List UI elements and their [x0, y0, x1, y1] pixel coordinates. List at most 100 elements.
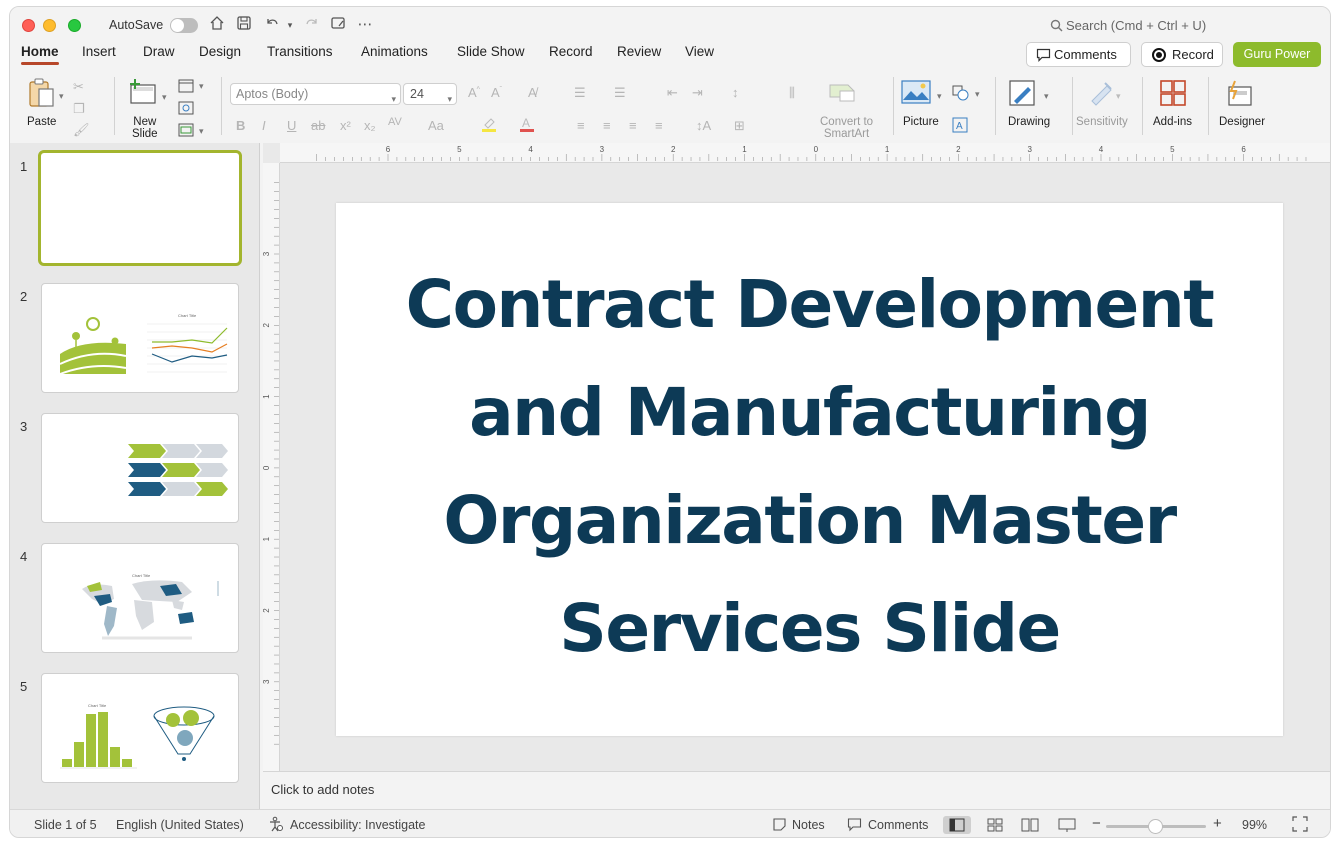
guru-power-button[interactable]: Guru Power [1233, 42, 1321, 67]
tab-transitions[interactable]: Transitions [267, 44, 333, 59]
font-color-icon[interactable]: A [518, 115, 536, 136]
numbering-icon[interactable]: ☰ [614, 85, 626, 101]
save-icon[interactable] [234, 15, 254, 35]
new-slide-chevron-icon[interactable]: ▾ [162, 92, 167, 103]
normal-view-button[interactable] [943, 816, 971, 834]
slide-sorter-button[interactable] [981, 816, 1009, 834]
layout-icon[interactable] [178, 79, 194, 96]
increase-indent-icon[interactable]: ⇥ [692, 85, 703, 101]
shapes-chevron-icon[interactable]: ▾ [975, 89, 980, 100]
slide-thumbnail-1[interactable] [38, 150, 242, 266]
slide-thumbnail-3[interactable] [41, 413, 239, 523]
picture-icon[interactable] [901, 80, 931, 107]
tab-view[interactable]: View [685, 44, 714, 59]
font-name-select[interactable]: Aptos (Body) ▾ [230, 83, 401, 105]
decrease-font-size-icon[interactable]: Aˇ [491, 85, 502, 100]
autosave-toggle[interactable] [170, 18, 198, 33]
tab-draw[interactable]: Draw [143, 44, 175, 59]
layout-chevron-icon[interactable]: ▾ [199, 81, 204, 92]
zoom-level[interactable]: 99% [1242, 818, 1267, 832]
cut-icon[interactable]: ✂ [73, 79, 84, 95]
tab-insert[interactable]: Insert [82, 44, 116, 59]
bold-icon[interactable]: B [236, 118, 245, 133]
accessibility-status[interactable]: Accessibility: Investigate [290, 818, 425, 832]
zoom-out-icon[interactable]: − [1092, 815, 1101, 832]
increase-font-size-icon[interactable]: A^ [468, 85, 480, 100]
slide-thumbnail-5[interactable]: Chart Title [41, 673, 239, 783]
tab-home[interactable]: Home [21, 44, 59, 65]
drawing-icon[interactable] [1008, 79, 1038, 112]
paste-chevron-icon[interactable]: ▾ [59, 91, 64, 102]
notes-pane[interactable]: Click to add notes [263, 771, 1330, 809]
strikethrough-icon[interactable]: ab [311, 118, 325, 133]
language-indicator[interactable]: English (United States) [116, 818, 244, 832]
reset-slide-icon[interactable] [178, 101, 194, 118]
superscript-icon[interactable]: x² [340, 118, 351, 133]
copy-icon[interactable]: ❐ [73, 101, 85, 117]
tab-animations[interactable]: Animations [361, 44, 428, 59]
drawing-chevron-icon[interactable]: ▾ [1044, 91, 1049, 102]
comments-toggle[interactable]: Comments [868, 818, 928, 832]
align-text-icon[interactable]: ⊞ [734, 118, 745, 134]
title-bar: AutoSave ▾ ⋯ Search (Cmd + Ctrl + U) [10, 7, 1330, 43]
format-painter-icon[interactable]: 🖌 [73, 122, 90, 138]
italic-icon[interactable]: I [262, 118, 266, 133]
tab-record[interactable]: Record [549, 44, 593, 59]
slide-thumbnail-2[interactable]: Chart Title [41, 283, 239, 393]
undo-icon[interactable] [262, 15, 282, 35]
underline-icon[interactable]: U [287, 118, 296, 133]
undo-dropdown-chevron-icon[interactable]: ▾ [280, 15, 300, 35]
comments-status-icon[interactable] [847, 817, 862, 835]
slide-canvas[interactable]: Contract Development and Manufacturing O… [336, 203, 1283, 736]
section-icon[interactable] [178, 123, 194, 140]
text-direction-icon[interactable]: ↕A [696, 118, 711, 133]
notes-icon[interactable] [772, 817, 787, 835]
clear-formatting-icon[interactable]: A̸ [528, 85, 537, 100]
paste-icon[interactable] [24, 77, 58, 111]
comments-button[interactable]: Comments [1026, 42, 1131, 67]
horizontal-ruler[interactable]: 6 5 4 3 2 1 0 1 2 3 4 5 6 [280, 143, 1330, 163]
slide-show-button[interactable] [1053, 816, 1081, 834]
decrease-indent-icon[interactable]: ⇤ [667, 85, 678, 101]
bullets-icon[interactable]: ☰ [574, 85, 586, 101]
text-box-icon[interactable]: A [952, 117, 968, 136]
notes-toggle[interactable]: Notes [792, 818, 825, 832]
add-ins-icon[interactable] [1159, 79, 1187, 110]
section-chevron-icon[interactable]: ▾ [199, 126, 204, 137]
change-case-icon[interactable]: Aa [428, 118, 444, 133]
align-center-icon[interactable]: ≡ [603, 118, 611, 133]
highlight-color-icon[interactable] [480, 115, 498, 136]
align-left-icon[interactable]: ≡ [577, 118, 585, 133]
more-icon[interactable]: ⋯ [355, 15, 375, 35]
new-slide-icon[interactable] [127, 77, 159, 109]
subscript-icon[interactable]: x₂ [364, 118, 376, 133]
line-spacing-icon[interactable]: ↕ [732, 85, 739, 100]
vertical-ruler[interactable]: 3 2 1 0 1 2 3 [262, 163, 280, 771]
reading-view-button[interactable] [1016, 816, 1044, 834]
columns-icon[interactable]: ⫼ [789, 85, 795, 101]
tab-review[interactable]: Review [617, 44, 661, 59]
shapes-icon[interactable] [952, 85, 970, 104]
zoom-in-icon[interactable]: + [1213, 815, 1222, 832]
picture-chevron-icon[interactable]: ▾ [937, 91, 942, 102]
maximize-window-button[interactable] [68, 19, 81, 32]
tab-slide-show[interactable]: Slide Show [457, 44, 525, 59]
designer-icon[interactable] [1225, 79, 1255, 112]
zoom-slider-handle[interactable] [1148, 819, 1163, 834]
close-window-button[interactable] [22, 19, 35, 32]
fit-to-window-icon[interactable] [1292, 816, 1308, 835]
minimize-window-button[interactable] [43, 19, 56, 32]
font-size-select[interactable]: 24 ▾ [403, 83, 457, 105]
customize-toolbar-icon[interactable] [328, 15, 348, 35]
tab-design[interactable]: Design [199, 44, 241, 59]
slide-thumbnail-4[interactable]: Chart Title [41, 543, 239, 653]
home-icon[interactable] [207, 15, 227, 35]
character-spacing-icon[interactable]: AV [388, 116, 402, 128]
record-button[interactable]: Record [1141, 42, 1223, 67]
align-right-icon[interactable]: ≡ [629, 118, 637, 133]
smartart-icon[interactable] [828, 79, 858, 106]
slide-title[interactable]: Contract Development and Manufacturing O… [376, 251, 1243, 683]
justify-icon[interactable]: ≡ [655, 118, 663, 133]
accessibility-icon[interactable] [268, 816, 284, 835]
search-box[interactable]: Search (Cmd + Ctrl + U) [1050, 18, 1206, 33]
